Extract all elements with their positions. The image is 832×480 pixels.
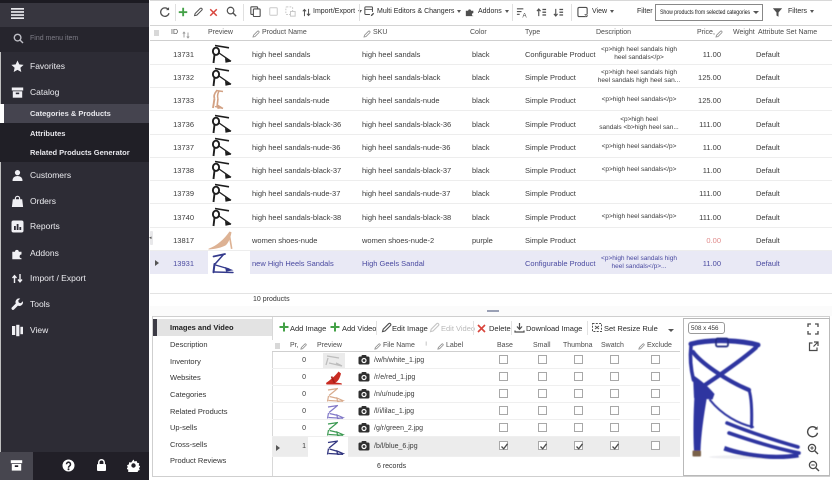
svg-text:A: A xyxy=(522,13,527,18)
